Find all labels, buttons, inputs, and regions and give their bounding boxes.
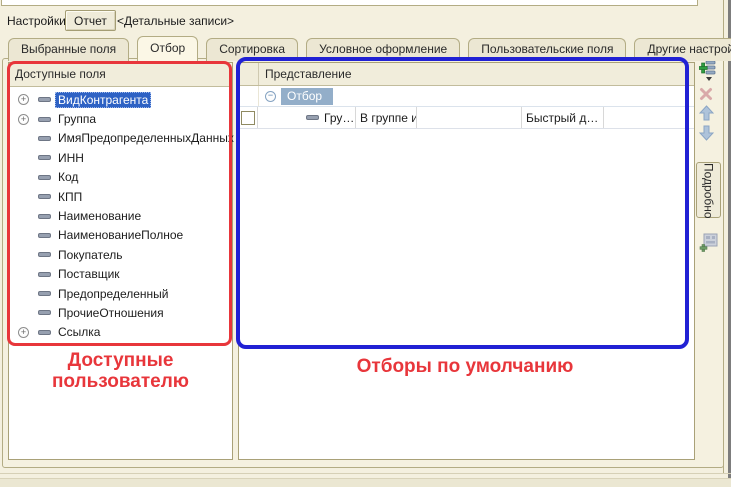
settings-label: Настройки: bbox=[7, 14, 69, 28]
annotation-left-label: Доступные пользователю bbox=[18, 350, 223, 393]
move-down-icon[interactable] bbox=[699, 125, 714, 144]
move-up-icon[interactable] bbox=[699, 105, 714, 124]
delete-icon[interactable] bbox=[699, 87, 713, 104]
add-dropdown-arrow-icon[interactable] bbox=[706, 77, 712, 81]
detail-button[interactable]: Подробно bbox=[696, 162, 721, 218]
report-settings-window: Настройки: Отчет <Детальные записи> Выбр… bbox=[0, 0, 731, 487]
report-button[interactable]: Отчет bbox=[65, 10, 116, 31]
right-divider bbox=[723, 0, 724, 473]
tab-selected-fields[interactable]: Выбранные поля bbox=[8, 38, 129, 61]
tab-filter[interactable]: Отбор bbox=[137, 36, 198, 64]
user-settings-icon[interactable] bbox=[699, 233, 718, 255]
add-icon[interactable] bbox=[699, 59, 716, 79]
bottom-divider bbox=[0, 473, 731, 474]
annotation-red-box bbox=[7, 61, 232, 346]
annotation-right-label: Отборы по умолчанию bbox=[325, 356, 605, 377]
report-variant-text: <Детальные записи> bbox=[117, 14, 234, 28]
top-field-strip bbox=[1, 0, 698, 6]
status-strip bbox=[0, 478, 731, 487]
annotation-blue-box bbox=[236, 57, 689, 349]
